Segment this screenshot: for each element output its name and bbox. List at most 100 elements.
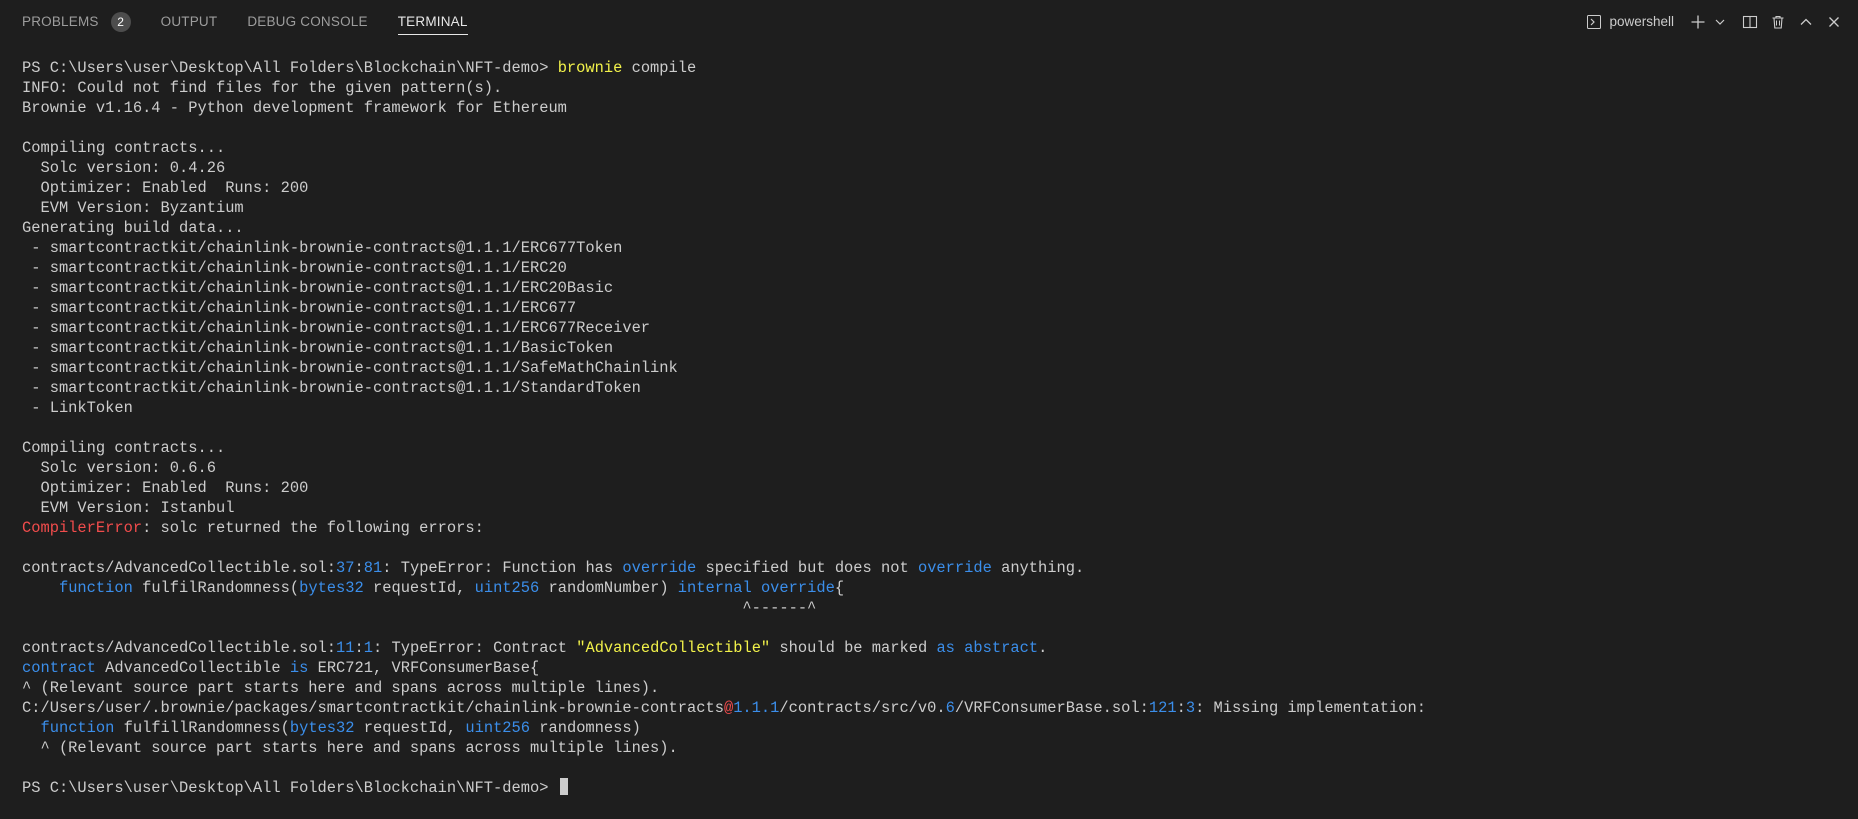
chevron-down-icon	[1715, 19, 1725, 25]
terminal-line: - smartcontractkit/chainlink-brownie-con…	[22, 358, 1842, 378]
terminal-line: contracts/AdvancedCollectible.sol:11:1: …	[22, 638, 1842, 658]
terminal-text: : Missing implementation:	[1195, 699, 1426, 717]
terminal-text: as	[936, 639, 955, 657]
split-terminal-button[interactable]	[1736, 8, 1764, 36]
terminal-line: - smartcontractkit/chainlink-brownie-con…	[22, 258, 1842, 278]
tab-problems[interactable]: PROBLEMS 2	[22, 0, 131, 43]
new-terminal-button[interactable]	[1684, 8, 1712, 36]
terminal-text: 11	[336, 639, 355, 657]
tab-terminal[interactable]: TERMINAL	[397, 0, 468, 43]
terminal-text: requestId,	[363, 579, 475, 597]
terminal-text: Solc version: 0.6.6	[22, 459, 216, 477]
tab-label: PROBLEMS	[22, 14, 99, 29]
kill-terminal-button[interactable]	[1764, 8, 1792, 36]
terminal-line: - smartcontractkit/chainlink-brownie-con…	[22, 238, 1842, 258]
terminal-line: INFO: Could not find files for the given…	[22, 78, 1842, 98]
split-icon	[1742, 15, 1758, 28]
terminal-line: - LinkToken	[22, 398, 1842, 418]
terminal-text: EVM Version: Byzantium	[22, 199, 244, 217]
terminal-text: : TypeError: Contract	[373, 639, 577, 657]
terminal-text: - smartcontractkit/chainlink-brownie-con…	[22, 279, 614, 297]
close-panel-button[interactable]	[1820, 8, 1848, 36]
terminal-text: /contracts/src/v0.	[779, 699, 946, 717]
trash-icon	[1772, 15, 1784, 29]
terminal-text: CompilerError	[22, 519, 143, 537]
terminal-text: 6	[945, 699, 955, 717]
terminal-text: - smartcontractkit/chainlink-brownie-con…	[22, 359, 678, 377]
terminal-text: - smartcontractkit/chainlink-brownie-con…	[22, 319, 651, 337]
terminal-text: abstract	[964, 639, 1039, 657]
terminal-text: :	[354, 639, 364, 657]
terminal-line: Compiling contracts...	[22, 138, 1842, 158]
terminal-text: Generating build data...	[22, 219, 244, 237]
shell-selector[interactable]: powershell	[1586, 14, 1674, 30]
plus-icon	[1691, 15, 1705, 28]
terminal-text: {	[834, 579, 845, 597]
terminal-text: - smartcontractkit/chainlink-brownie-con…	[22, 239, 623, 257]
terminal-line: contract AdvancedCollectible is ERC721, …	[22, 658, 1842, 678]
terminal-text: Compiling contracts...	[22, 439, 226, 457]
terminal-text: PS C:\Users\user\Desktop\All Folders\Blo…	[22, 779, 558, 797]
terminal-line: - smartcontractkit/chainlink-brownie-con…	[22, 378, 1842, 398]
terminal-dropdown-button[interactable]	[1712, 8, 1728, 36]
terminal-text: uint256	[474, 579, 540, 597]
terminal-output[interactable]: PS C:\Users\user\Desktop\All Folders\Blo…	[22, 58, 1842, 798]
terminal-line: - smartcontractkit/chainlink-brownie-con…	[22, 318, 1842, 338]
terminal-icon	[1587, 14, 1602, 29]
terminal-text: uint256	[465, 719, 531, 737]
terminal-line: - smartcontractkit/chainlink-brownie-con…	[22, 338, 1842, 358]
terminal-text: internal	[677, 579, 752, 597]
terminal-text: /VRFConsumerBase.sol:	[954, 699, 1149, 717]
terminal-text: override	[622, 559, 697, 577]
terminal-text: - smartcontractkit/chainlink-brownie-con…	[22, 339, 614, 357]
terminal-text: - smartcontractkit/chainlink-brownie-con…	[22, 299, 577, 317]
panel-header: PROBLEMS 2 OUTPUT DEBUG CONSOLE TERMINAL…	[0, 0, 1858, 43]
terminal-line: Generating build data...	[22, 218, 1842, 238]
terminal-text: 1.1.1	[733, 699, 780, 717]
terminal-text: 121	[1148, 699, 1177, 717]
terminal-line: - smartcontractkit/chainlink-brownie-con…	[22, 298, 1842, 318]
terminal-text: "AdvancedCollectible"	[576, 639, 771, 657]
shell-label: powershell	[1609, 14, 1674, 29]
terminal-text: - LinkToken	[22, 399, 133, 417]
terminal-text: Compiling contracts...	[22, 139, 226, 157]
terminal-text: .	[1038, 639, 1048, 657]
terminal-line: Optimizer: Enabled Runs: 200	[22, 478, 1842, 498]
terminal-text: bytes32	[289, 719, 355, 737]
tab-debug-console[interactable]: DEBUG CONSOLE	[247, 0, 367, 43]
terminal-text: function	[58, 579, 133, 597]
terminal-line: C:/Users/user/.brownie/packages/smartcon…	[22, 698, 1842, 718]
terminal-text: override	[917, 559, 992, 577]
tab-label: TERMINAL	[397, 14, 468, 29]
tab-output[interactable]: OUTPUT	[161, 0, 218, 43]
maximize-panel-button[interactable]	[1792, 8, 1820, 36]
terminal-scrollbar[interactable]	[1848, 43, 1858, 819]
terminal-text: randomNumber)	[539, 579, 678, 597]
terminal-text: Optimizer: Enabled Runs: 200	[22, 479, 309, 497]
terminal-text: override	[760, 579, 835, 597]
terminal-text: : solc returned the following errors:	[142, 519, 484, 537]
terminal-line: contracts/AdvancedCollectible.sol:37:81:…	[22, 558, 1842, 578]
terminal-text: @	[723, 699, 734, 717]
tab-label: DEBUG CONSOLE	[247, 14, 368, 29]
terminal-text: contracts/AdvancedCollectible.sol:	[22, 639, 337, 657]
terminal-line: Solc version: 0.4.26	[22, 158, 1842, 178]
terminal-text: requestId,	[354, 719, 466, 737]
panel-actions: powershell	[1586, 0, 1848, 43]
terminal-text: Optimizer: Enabled Runs: 200	[22, 179, 309, 197]
terminal-line: - smartcontractkit/chainlink-brownie-con…	[22, 278, 1842, 298]
terminal-text: ERC721, VRFConsumerBase{	[308, 659, 540, 677]
terminal-text: bytes32	[299, 579, 364, 597]
terminal-text: Brownie v1.16.4 - Python development fra…	[22, 99, 567, 117]
terminal-line: PS C:\Users\user\Desktop\All Folders\Blo…	[22, 778, 1842, 798]
tab-label: OUTPUT	[160, 14, 218, 29]
terminal-text: 1	[363, 639, 374, 657]
terminal-text: fulfillRandomness(	[114, 719, 290, 737]
